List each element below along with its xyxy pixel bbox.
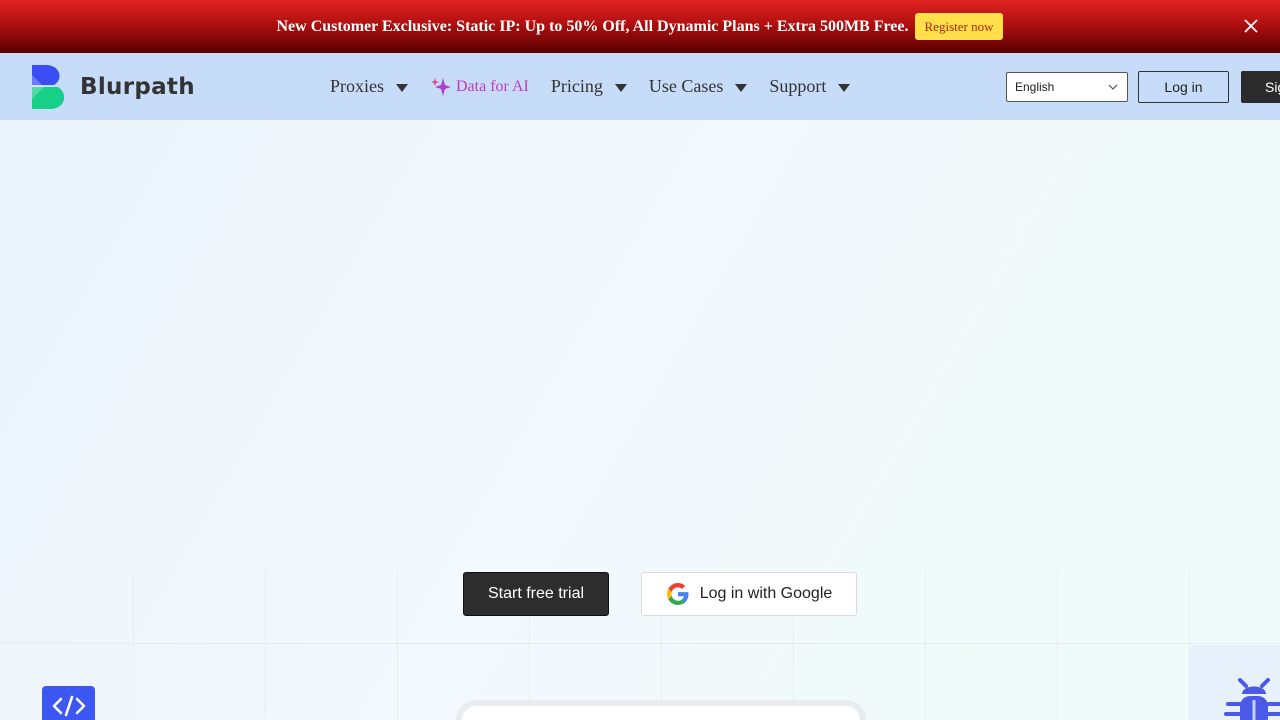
language-select-value: English <box>1015 80 1055 94</box>
brand-name: Blurpath <box>80 74 195 100</box>
main-nav: Blurpath Proxies Data for AI Pricing Use… <box>0 53 1280 120</box>
menu-data-for-ai[interactable]: Data for AI <box>430 77 529 97</box>
grid-line <box>0 643 1280 644</box>
grid-line <box>925 572 926 720</box>
google-icon <box>666 583 689 605</box>
signup-button[interactable]: Sign up <box>1241 71 1280 103</box>
hero-section: Start free trial Log in with Google <box>0 120 1280 720</box>
blurpath-logo-icon <box>32 65 65 109</box>
caret-down-icon <box>838 83 851 92</box>
code-glyph <box>52 695 85 717</box>
primary-menu: Proxies Data for AI Pricing Use Cases Su… <box>330 53 872 120</box>
grid-line <box>397 572 398 720</box>
menu-data-for-ai-label: Data for AI <box>456 77 529 95</box>
menu-use-cases-label: Use Cases <box>648 76 724 96</box>
grid-line <box>1057 572 1058 720</box>
google-login-button[interactable]: Log in with Google <box>641 572 857 616</box>
caret-down-icon <box>396 83 408 92</box>
start-free-trial-button[interactable]: Start free trial <box>463 572 609 616</box>
google-login-label: Log in with Google <box>699 585 833 602</box>
menu-proxies[interactable]: Proxies <box>330 76 408 97</box>
hero-cta-row: Start free trial Log in with Google <box>463 572 857 616</box>
bug-icon <box>1224 678 1280 720</box>
close-icon[interactable] <box>1242 17 1260 35</box>
brand-logo[interactable]: Blurpath <box>30 65 195 109</box>
promo-banner: New Customer Exclusive: Static IP: Up to… <box>0 0 1280 53</box>
code-icon <box>42 686 95 720</box>
menu-use-cases[interactable]: Use Cases <box>649 76 748 97</box>
language-select[interactable]: English <box>1006 72 1128 102</box>
menu-pricing-label: Pricing <box>550 76 603 96</box>
chevron-down-icon <box>1108 84 1118 90</box>
menu-support-label: Support <box>769 76 827 96</box>
register-now-button[interactable]: Register now <box>914 13 1004 40</box>
caret-down-icon <box>735 83 748 92</box>
sparkle-icon <box>431 77 451 96</box>
menu-pricing[interactable]: Pricing <box>551 76 627 97</box>
caret-down-icon <box>614 83 627 92</box>
menu-proxies-label: Proxies <box>330 76 384 96</box>
grid-line <box>265 572 266 720</box>
promo-text: New Customer Exclusive: Static IP: Up to… <box>276 17 909 35</box>
menu-support[interactable]: Support <box>769 76 851 97</box>
device-mockup <box>456 700 866 720</box>
login-button[interactable]: Log in <box>1138 71 1229 103</box>
